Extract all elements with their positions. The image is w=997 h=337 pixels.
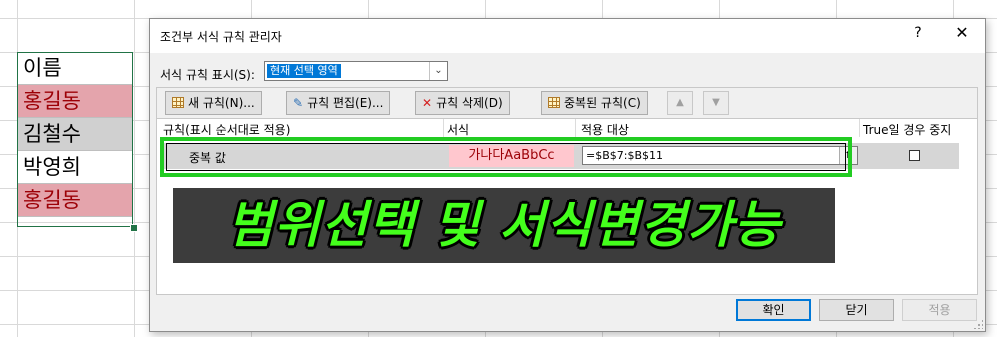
close-icon[interactable]: ✕ xyxy=(950,23,974,42)
new-rule-button[interactable]: 새 규칙(N)... xyxy=(165,91,262,115)
duplicate-rule-label: 중복된 규칙(C) xyxy=(564,96,641,110)
column-header-rule[interactable]: 규칙(표시 순서대로 적용) xyxy=(163,121,290,138)
cell-range[interactable]: 이름 홍길동 김철수 박영희 홍길동 xyxy=(17,52,133,217)
new-rule-label: 새 규칙(N)... xyxy=(188,96,255,110)
close-button[interactable]: 닫기 xyxy=(819,299,894,321)
show-rules-label: 서식 규칙 표시(S): xyxy=(160,68,255,82)
cell-b8[interactable]: 홍길동 xyxy=(17,85,133,118)
cell-b11[interactable]: 홍길동 xyxy=(17,184,133,217)
stop-if-true-checkbox[interactable] xyxy=(909,150,920,161)
delete-icon: ✕ xyxy=(422,96,433,110)
chevron-down-icon[interactable]: ⌄ xyxy=(429,62,447,80)
column-header-applies-to[interactable]: 적용 대상 xyxy=(581,121,629,138)
column-divider xyxy=(443,119,444,137)
dialog-titlebar[interactable]: 조건부 서식 규칙 관리자 ? ✕ xyxy=(150,19,985,53)
dialog-title: 조건부 서식 규칙 관리자 xyxy=(160,30,282,44)
rule-toolbar: 새 규칙(N)... ✎ 규칙 편집(E)... ✕ 규칙 삭제(D) 중복된 규칙… xyxy=(156,87,978,119)
edit-rule-button[interactable]: ✎ 규칙 편집(E)... xyxy=(286,91,391,115)
cell-b10[interactable]: 박영희 xyxy=(17,151,133,184)
pencil-icon: ✎ xyxy=(293,96,304,110)
move-down-button[interactable]: ▼ xyxy=(703,91,729,115)
cell-b7[interactable]: 이름 xyxy=(17,52,133,85)
cell-b9[interactable]: 김철수 xyxy=(17,118,133,151)
column-header-format[interactable]: 서식 xyxy=(447,121,469,138)
rule-highlight-box xyxy=(160,137,852,177)
column-divider xyxy=(575,119,576,137)
scope-dropdown[interactable]: 현재 선택 영역 ⌄ xyxy=(264,61,448,81)
delete-rule-button[interactable]: ✕ 규칙 삭제(D) xyxy=(415,91,510,115)
help-button[interactable]: ? xyxy=(908,25,928,41)
annotation-banner: 범위선택 및 서식변경가능 xyxy=(173,188,835,263)
column-header-stop-if-true[interactable]: True일 경우 중지 xyxy=(863,121,951,138)
column-divider xyxy=(859,119,860,137)
apply-button[interactable]: 적용 xyxy=(902,299,977,321)
scope-selected-value: 현재 선택 영역 xyxy=(267,64,341,78)
ok-button[interactable]: 확인 xyxy=(736,299,811,321)
fill-handle[interactable] xyxy=(130,224,138,232)
table-icon xyxy=(172,97,184,108)
delete-rule-label: 규칙 삭제(D) xyxy=(436,96,503,110)
annotation-banner-text: 범위선택 및 서식변경가능 xyxy=(227,196,781,254)
move-up-button[interactable]: ▲ xyxy=(667,91,693,115)
table-icon xyxy=(548,97,560,108)
edit-rule-label: 규칙 편집(E)... xyxy=(307,96,384,110)
duplicate-rule-button[interactable]: 중복된 규칙(C) xyxy=(541,91,648,115)
